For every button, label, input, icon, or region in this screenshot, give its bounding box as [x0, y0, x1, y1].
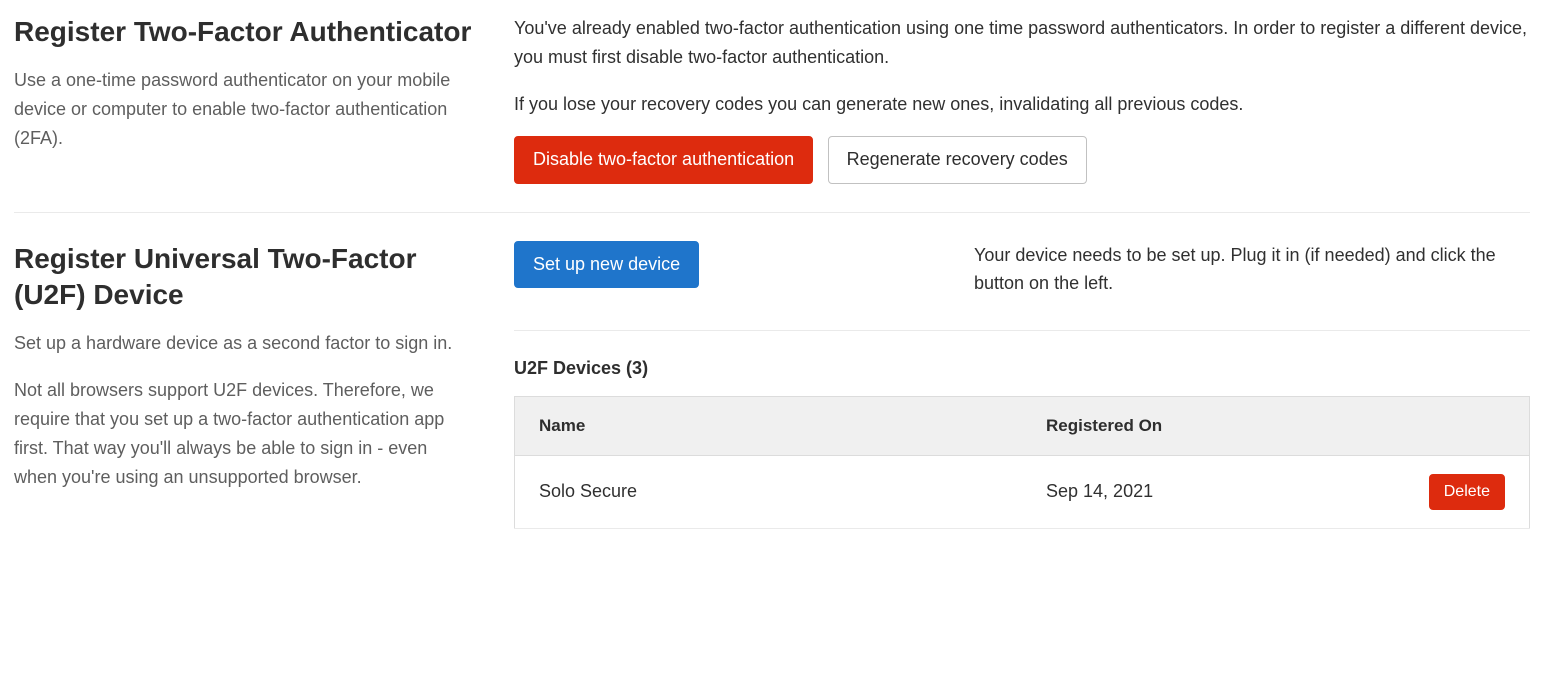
u2f-setup-button-col: Set up new device — [514, 241, 934, 288]
regenerate-codes-button[interactable]: Regenerate recovery codes — [828, 136, 1087, 183]
device-action-cell: Delete — [1377, 455, 1529, 528]
two-factor-right: You've already enabled two-factor authen… — [514, 14, 1530, 184]
table-header-name: Name — [515, 397, 1023, 456]
delete-device-button[interactable]: Delete — [1429, 474, 1505, 510]
two-factor-heading: Register Two-Factor Authenticator — [14, 14, 474, 50]
u2f-description-2: Not all browsers support U2F devices. Th… — [14, 376, 474, 491]
two-factor-status-text: You've already enabled two-factor authen… — [514, 14, 1530, 72]
u2f-hint-text: Your device needs to be set up. Plug it … — [974, 241, 1530, 299]
u2f-heading: Register Universal Two-Factor (U2F) Devi… — [14, 241, 474, 314]
u2f-left: Register Universal Two-Factor (U2F) Devi… — [14, 241, 514, 529]
two-factor-buttons: Disable two-factor authentication Regene… — [514, 136, 1530, 183]
section-u2f: Register Universal Two-Factor (U2F) Devi… — [14, 241, 1530, 529]
setup-new-device-button[interactable]: Set up new device — [514, 241, 699, 288]
u2f-devices-section: U2F Devices (3) Name Registered On Solo … — [514, 355, 1530, 529]
u2f-devices-table: Name Registered On Solo Secure Sep 14, 2… — [514, 396, 1530, 529]
two-factor-description: Use a one-time password authenticator on… — [14, 66, 474, 152]
table-row: Solo Secure Sep 14, 2021 Delete — [515, 455, 1530, 528]
device-name-cell: Solo Secure — [515, 455, 1023, 528]
u2f-right: Set up new device Your device needs to b… — [514, 241, 1530, 529]
table-header-actions — [1377, 397, 1529, 456]
device-registered-cell: Sep 14, 2021 — [1022, 455, 1377, 528]
u2f-description-1: Set up a hardware device as a second fac… — [14, 329, 474, 358]
disable-2fa-button[interactable]: Disable two-factor authentication — [514, 136, 813, 183]
section-two-factor: Register Two-Factor Authenticator Use a … — [14, 14, 1530, 213]
u2f-devices-heading: U2F Devices (3) — [514, 355, 1530, 382]
two-factor-recovery-text: If you lose your recovery codes you can … — [514, 90, 1530, 119]
two-factor-left: Register Two-Factor Authenticator Use a … — [14, 14, 514, 184]
u2f-setup-row: Set up new device Your device needs to b… — [514, 241, 1530, 332]
table-header-registered: Registered On — [1022, 397, 1377, 456]
